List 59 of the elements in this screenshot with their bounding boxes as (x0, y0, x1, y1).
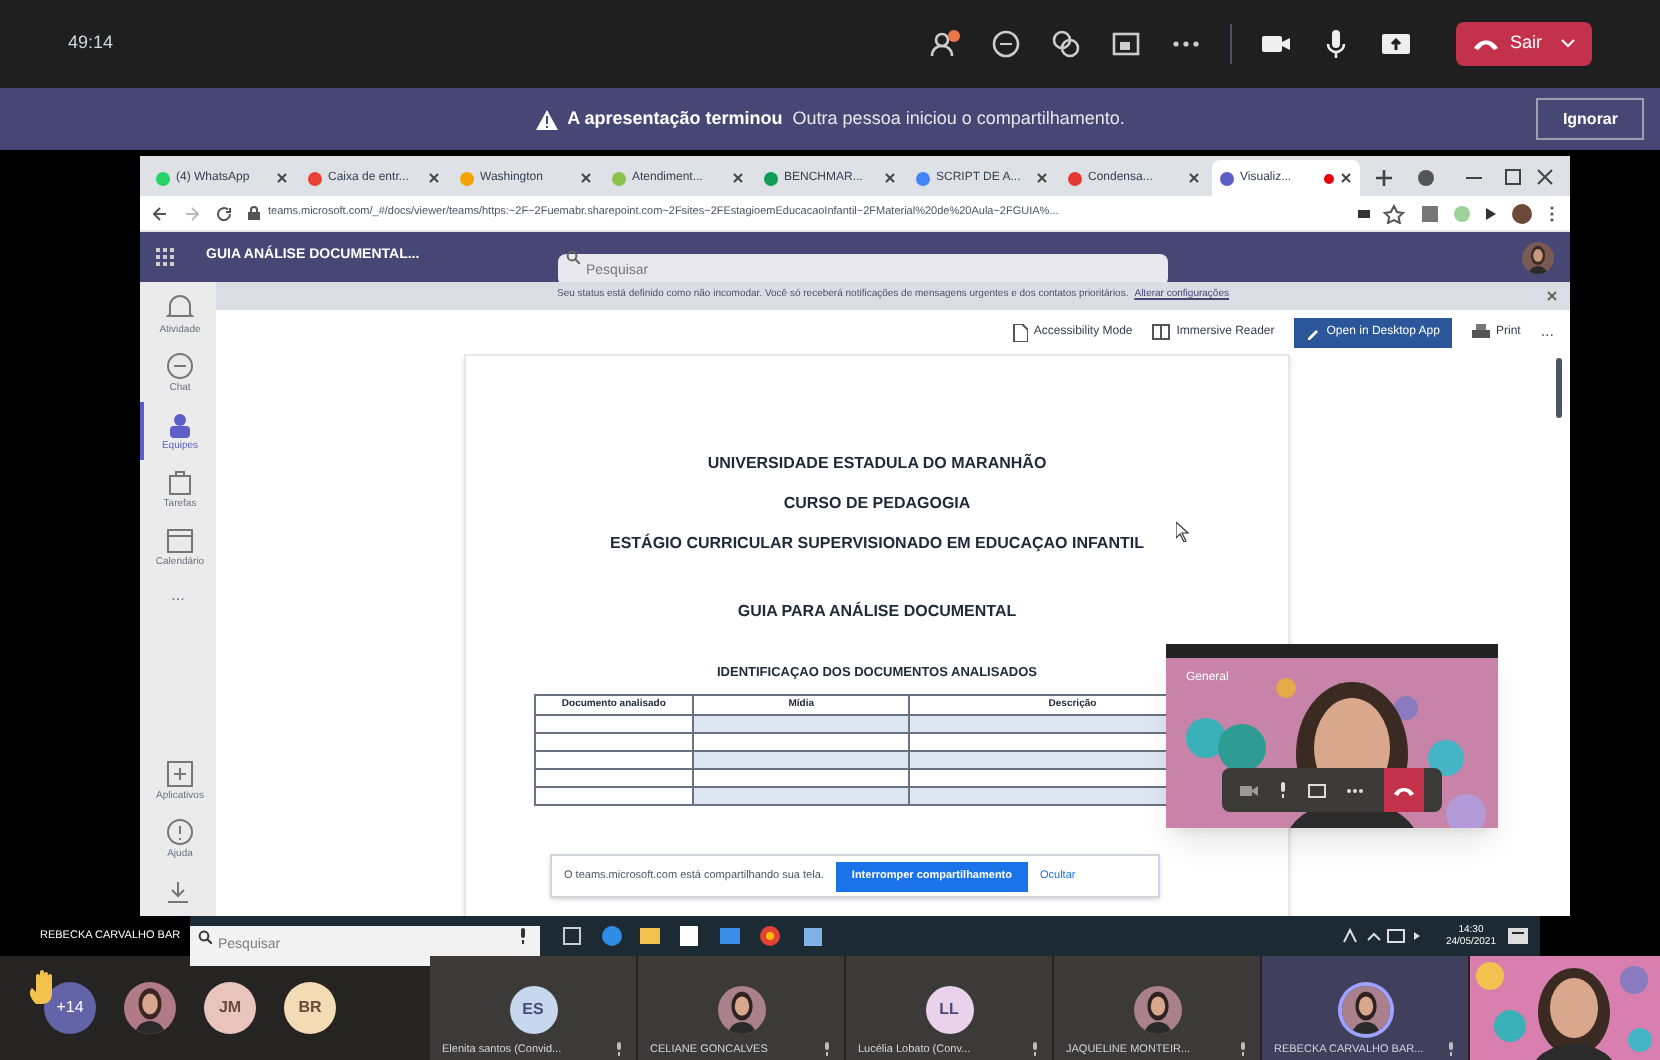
participant-avatar[interactable]: JM (204, 982, 256, 1034)
help-icon (164, 816, 196, 848)
close-icon (1188, 172, 1200, 184)
new-tab-icon (1372, 166, 1396, 190)
hang-up-button[interactable] (1384, 768, 1424, 812)
lock-icon (248, 206, 260, 220)
meeting-timer: 49:14 (68, 30, 114, 57)
more-icon (1346, 787, 1364, 793)
close-icon (1546, 290, 1558, 302)
forward-icon (184, 205, 200, 221)
reactions-icon[interactable] (1049, 28, 1082, 60)
reload-icon (216, 205, 232, 221)
share-screen-icon (1308, 783, 1326, 797)
document-heading: CURSO DE PEDAGOGIA (783, 492, 971, 516)
printer-icon (1471, 324, 1490, 340)
apps-icon (164, 758, 196, 790)
download-icon (166, 880, 190, 904)
window-controls-drawing (1414, 166, 1554, 190)
search-icon (566, 250, 580, 264)
bag-icon (164, 466, 196, 498)
leave-button[interactable]: Sair (1455, 22, 1592, 66)
phone-icon (1471, 36, 1500, 52)
ignore-button[interactable]: Ignorar (1536, 98, 1644, 140)
app-launcher-icon (156, 248, 174, 266)
close-icon (1340, 172, 1352, 184)
banner-message: Outra pessoa iniciou o compartilhamento. (792, 105, 1125, 132)
share-screen-icon[interactable] (1379, 28, 1412, 60)
calendar-icon (164, 524, 196, 556)
close-icon (580, 172, 592, 184)
more-apps[interactable]: ... (171, 584, 185, 608)
camera-icon (1240, 783, 1258, 797)
participants-icon[interactable] (929, 28, 962, 60)
warning-icon (535, 109, 558, 129)
caret-icon (1560, 36, 1576, 52)
banner-title: A apresentação terminou (567, 105, 783, 132)
overflow-count[interactable]: +14 (44, 982, 96, 1034)
phone-icon (1394, 785, 1414, 795)
document-title: GUIA PARA ANÁLISE DOCUMENTAL (737, 600, 1017, 624)
document-icon (1011, 323, 1028, 341)
rooms-icon[interactable] (1109, 28, 1142, 60)
close-icon (1036, 172, 1048, 184)
book-icon (1152, 324, 1171, 340)
close-icon (884, 172, 896, 184)
back-icon (152, 205, 168, 221)
scrollbar[interactable] (1556, 358, 1562, 418)
notifications-icon (1508, 926, 1528, 946)
close-icon (732, 172, 744, 184)
participant-avatar: LL (925, 985, 973, 1034)
search-icon (198, 929, 212, 943)
participant-avatar[interactable]: BR (284, 982, 336, 1034)
pencil-icon (1306, 325, 1321, 339)
close-icon (428, 172, 440, 184)
cursor-icon (1176, 522, 1190, 542)
document-heading: UNIVERSIDADE ESTADULA DO MARANHÃO (707, 452, 1047, 476)
close-icon (276, 172, 288, 184)
more-button[interactable]: ... (1540, 320, 1554, 344)
participant-avatar: ES (509, 985, 557, 1034)
document-heading: ESTÁGIO CURRICULAR SUPERVISIONADO EM EDUCAÇAO INFANTIL (610, 532, 1144, 556)
teams-icon (164, 408, 196, 440)
